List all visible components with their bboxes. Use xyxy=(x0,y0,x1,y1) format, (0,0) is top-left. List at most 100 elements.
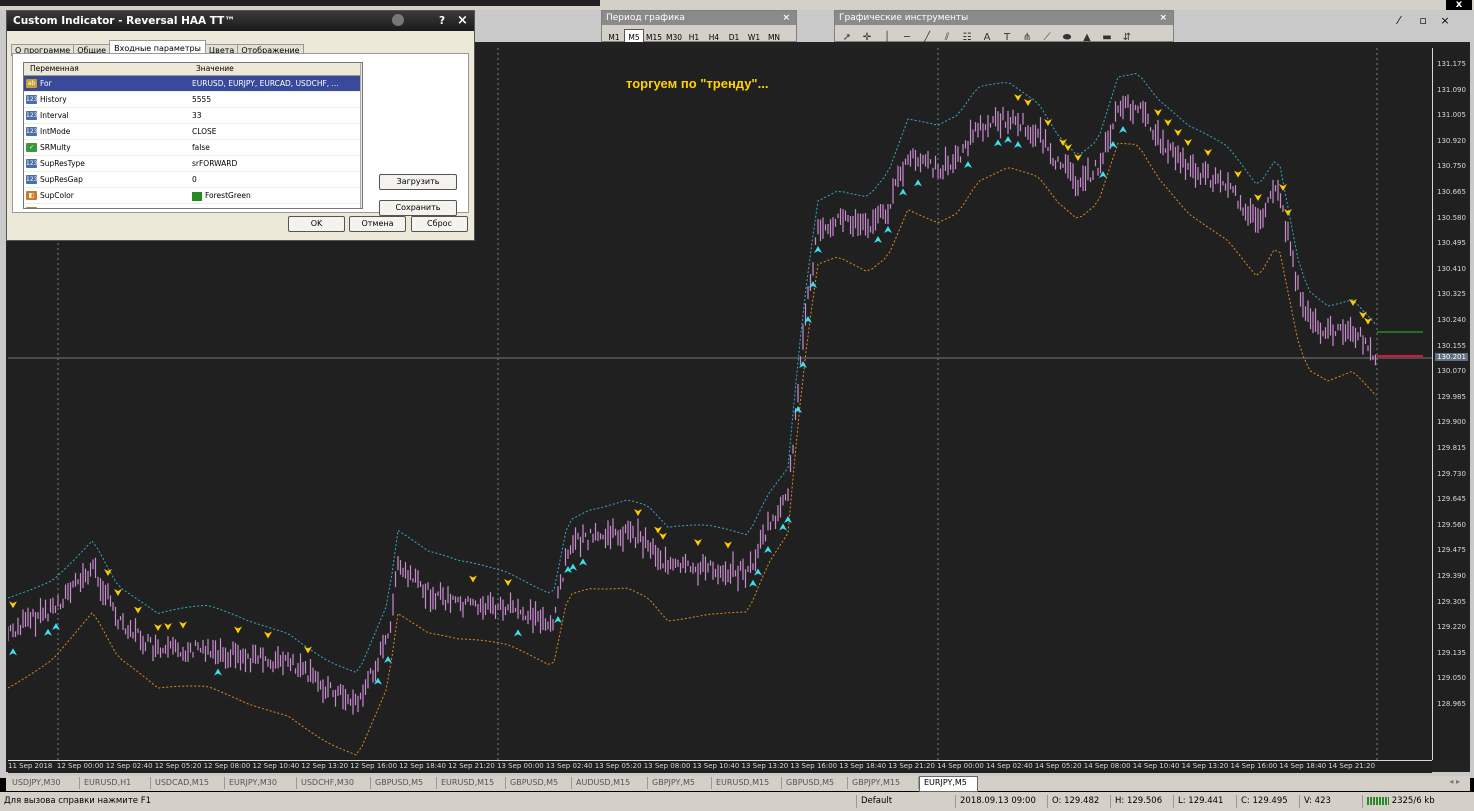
price-tick: 130.495 xyxy=(1437,239,1466,248)
load-button[interactable]: Загрузить xyxy=(379,174,457,190)
dialog-close-button[interactable]: × xyxy=(457,11,468,31)
col-variable-header[interactable]: Переменная xyxy=(30,63,79,75)
symbol-tab[interactable]: EURJPY,M30 xyxy=(225,777,297,789)
time-tick: 14 Sep 13:20 xyxy=(1181,762,1229,770)
price-tick: 129.560 xyxy=(1437,520,1466,529)
time-tick: 12 Sep 21:20 xyxy=(448,762,495,770)
input-value[interactable]: false xyxy=(192,140,210,155)
color-swatch xyxy=(192,191,202,201)
price-tick: 130.070 xyxy=(1437,367,1466,376)
input-value[interactable]: 33 xyxy=(192,108,202,123)
type-color-icon: ◧ xyxy=(26,191,37,200)
input-row-supresgap[interactable]: 123 SupResGap 0 xyxy=(24,172,362,188)
tab-scroll-arrows[interactable]: ◂ ▸ xyxy=(1449,777,1460,786)
price-tick: 130.155 xyxy=(1437,341,1466,350)
input-value[interactable]: srFORWARD xyxy=(192,156,237,171)
input-value[interactable]: ForestGreen xyxy=(192,188,251,203)
minimize-button[interactable]: ⁄ xyxy=(1398,14,1400,27)
symbol-tab[interactable]: GBPJPY,M5 xyxy=(648,777,712,789)
inputs-table-scrollbar[interactable]: ▲ ▼ xyxy=(360,63,363,208)
symbol-tab[interactable]: EURUSD,H1 xyxy=(80,777,151,789)
input-row-suprestype[interactable]: 123 SupResType srFORWARD xyxy=(24,156,362,172)
reset-button[interactable]: Сброс xyxy=(411,216,468,232)
sell-arrow xyxy=(1254,194,1262,201)
input-value[interactable]: CLOSE xyxy=(192,124,217,139)
price-tick: 130.750 xyxy=(1437,162,1466,171)
input-value[interactable]: EURUSD, EURJPY, EURCAD, USDCHF, ... xyxy=(192,76,339,91)
sell-arrow xyxy=(1359,311,1367,319)
tools-toolbar-close[interactable]: × xyxy=(1159,11,1167,25)
input-row-supcolor[interactable]: ◧ SupColor ForestGreen xyxy=(24,188,362,204)
sell-arrow xyxy=(1234,170,1242,178)
status-profile[interactable]: Default xyxy=(856,795,955,808)
price-tick: 129.135 xyxy=(1437,648,1466,657)
sell-arrow xyxy=(1154,109,1162,116)
symbol-tab[interactable]: USDJPY,M30 xyxy=(8,777,80,789)
symbol-tab[interactable]: GBPJPY,M15 xyxy=(848,777,919,789)
symbol-tab[interactable]: GBPUSD,M5 xyxy=(506,777,572,789)
dialog-tabs: О программе Общие Входные параметры Цвета От… xyxy=(11,37,304,56)
price-tick: 130.410 xyxy=(1437,264,1466,273)
price-tick: 129.900 xyxy=(1437,418,1466,427)
sell-arrow xyxy=(154,624,162,631)
input-row-intmode[interactable]: 123 IntMode CLOSE xyxy=(24,124,362,140)
sell-arrow xyxy=(1044,119,1052,126)
symbol-tab[interactable]: EURJPY,M5 xyxy=(919,776,978,792)
sell-arrow xyxy=(1284,209,1292,216)
input-row-for[interactable]: ab For EURUSD, EURJPY, EURCAD, USDCHF, ... xyxy=(24,76,362,92)
ok-button[interactable]: OK xyxy=(288,216,345,232)
input-row-srmulty[interactable]: ✓ SRMulty false xyxy=(24,140,362,156)
price-axis: 131.175 131.090 131.005 130.920 130.750 130.6… xyxy=(1432,48,1469,760)
price-tick: 131.090 xyxy=(1437,85,1466,94)
symbol-tab[interactable]: EURUSD,M15 xyxy=(712,777,782,789)
buy-arrow xyxy=(1014,141,1022,148)
col-value-header[interactable]: Значение xyxy=(196,63,234,75)
cancel-button[interactable]: Отмена xyxy=(349,216,406,232)
save-button[interactable]: Сохранить xyxy=(379,200,457,216)
dialog-help-button[interactable]: ? xyxy=(439,11,445,31)
input-name: SupColor xyxy=(40,191,74,200)
input-name: Interval xyxy=(40,111,69,120)
price-tick: 129.645 xyxy=(1437,495,1466,504)
input-row-rescolor[interactable]: ◧ResColor Crimson xyxy=(24,204,362,208)
input-value-text: srFORWARD xyxy=(192,159,238,168)
input-value[interactable]: 0 xyxy=(192,172,197,187)
input-row-interval[interactable]: 123 Interval 33 xyxy=(24,108,362,124)
input-value[interactable]: Crimson xyxy=(192,204,236,208)
time-tick: 14 Sep 05:20 xyxy=(1034,762,1082,770)
scroll-thumb[interactable] xyxy=(362,79,363,111)
sell-arrow xyxy=(264,631,272,639)
time-tick: 14 Sep 16:00 xyxy=(1230,762,1278,770)
input-name: ResColor xyxy=(40,204,73,208)
buy-arrow xyxy=(914,179,922,187)
connection-icon xyxy=(1367,796,1389,805)
sell-arrow xyxy=(1014,94,1022,101)
time-tick: 13 Sep 18:40 xyxy=(839,762,887,770)
symbol-tab[interactable]: EURUSD,M15 xyxy=(437,777,506,789)
price-tick: 130.325 xyxy=(1437,290,1466,299)
close-window-button[interactable]: × xyxy=(1440,14,1449,27)
input-name: SupResType xyxy=(40,159,85,168)
symbol-tab[interactable]: USDCHF,M30 xyxy=(297,777,371,789)
price-tick: 129.305 xyxy=(1437,597,1466,606)
input-value[interactable]: 5555 xyxy=(192,92,211,107)
sell-arrow xyxy=(179,621,187,629)
input-row-history[interactable]: 123 History 5555 xyxy=(24,92,362,108)
buy-arrow xyxy=(569,563,577,571)
symbol-tab[interactable]: GBPUSD,M5 xyxy=(371,777,437,789)
sell-arrow xyxy=(694,539,702,546)
symbol-tab[interactable]: AUDUSD,M15 xyxy=(572,777,648,789)
type-123-icon: 123 xyxy=(26,159,38,168)
price-tick: 129.475 xyxy=(1437,546,1466,555)
type-ab-icon: ab xyxy=(26,79,37,88)
restore-button[interactable]: ▫ xyxy=(1419,14,1426,27)
inputs-table: Переменная Значение ab For EURUSD, EURJPY,… xyxy=(23,62,363,209)
status-traffic: 2325/6 kb xyxy=(1362,795,1471,808)
period-toolbar-close[interactable]: × xyxy=(782,11,790,25)
symbol-tab[interactable]: USDCAD,M15 xyxy=(151,777,225,789)
chart-annotation: торгуем по "тренду"... xyxy=(626,76,769,91)
custom-indicator-dialog: Custom Indicator - Reversal HAA TT™ ? × … xyxy=(6,10,475,241)
time-tick: 14 Sep 00:00 xyxy=(937,762,984,770)
symbol-tab[interactable]: GBPUSD,M5 xyxy=(782,777,848,789)
time-tick: 12 Sep 05:20 xyxy=(154,762,202,770)
